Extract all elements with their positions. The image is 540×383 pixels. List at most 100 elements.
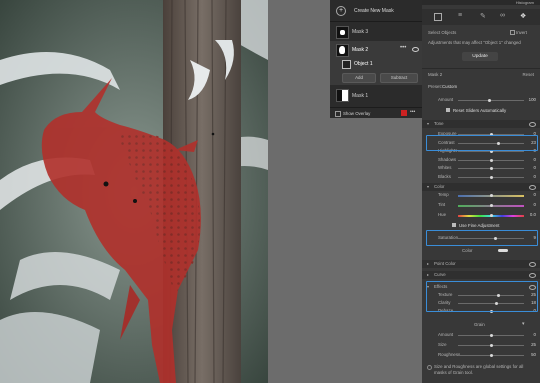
canvas-background [268,0,330,383]
show-overlay-label: Show Overlay [343,111,371,116]
object-1-label: Object 1 [354,61,373,67]
tone-blacks-slider-knob[interactable] [489,175,493,179]
tone-title: Tone [434,121,444,126]
color-tint-value[interactable]: 0 [534,202,536,207]
show-overlay-row[interactable]: Show Overlay ••• [330,109,422,118]
update-label: Update [472,54,488,59]
more-options-icon[interactable]: ••• [400,45,406,51]
invert-label: Invert [516,30,527,35]
histogram-header[interactable]: Histogram [422,0,540,5]
visibility-eye-icon[interactable] [412,47,419,52]
photo-canvas[interactable] [0,0,268,383]
color-title: Color [434,184,445,189]
color-hue-label: Hue [438,212,447,217]
chevron-down-icon: ▾ [427,121,430,126]
tool-strip: ≡ ✎ ∞ ❖ [422,9,540,25]
amount-label: Amount [438,97,454,102]
tone-shadows-value[interactable]: 0 [534,157,536,162]
color-temp-value[interactable]: 0 [534,192,536,197]
contrast-highlight [426,135,538,151]
grain-size-value[interactable]: 25 [531,342,536,347]
effects-highlight [426,281,538,312]
mask-1-label: Mask 1 [352,93,369,99]
subtract-button[interactable]: Subtract [380,73,418,83]
update-button[interactable]: Update [462,52,498,61]
mask-3-label: Mask 3 [352,29,369,35]
color-tint-slider-knob[interactable] [489,204,493,207]
tone-section-header[interactable]: ▾ Tone [422,120,540,128]
plus-icon: + [336,6,346,16]
chevron-right-icon: ▸ [427,272,430,277]
create-new-mask-button[interactable]: + Create New Mask [330,4,422,18]
mask-3-thumbnail [336,26,349,39]
point-color-title: Point Color [434,261,456,266]
canvas-background-lower [330,118,422,383]
color-temp-slider-knob[interactable] [489,194,493,197]
chevron-right-icon: ▸ [427,261,430,266]
point-color-eye-icon[interactable] [529,262,536,267]
object-1-submask[interactable]: Object 1 [340,59,418,69]
tone-blacks-value[interactable]: 0 [534,174,536,179]
color-section-header[interactable]: ▾ Color [422,183,540,191]
grain-dropdown-icon[interactable]: ▾ [522,321,525,327]
develop-panel: Histogram ≡ ✎ ∞ ❖ Select Objects Invert … [422,0,540,383]
grain-size-slider-knob[interactable] [489,344,493,347]
grain-roughness-value[interactable]: 50 [531,352,536,357]
fine-adjustment-checkbox[interactable] [452,223,456,227]
amount-value[interactable]: 100 [529,97,536,102]
preset-dropdown[interactable]: Custom [442,84,457,89]
amount-slider-knob[interactable] [488,99,491,102]
color-eye-icon[interactable] [529,185,536,190]
grain-roughness-slider-knob[interactable] [489,354,493,357]
tone-whites-slider-knob[interactable] [489,167,493,170]
amount-slider-track[interactable] [458,100,524,101]
color-swatch[interactable] [498,249,508,252]
reset-button[interactable]: Reset [523,72,534,77]
grain-amount-slider-knob[interactable] [489,334,493,337]
curve-title: Curve [434,272,446,277]
info-icon [427,365,432,370]
adjust-icon[interactable]: ≡ [458,12,462,19]
add-button[interactable]: Add [342,73,376,83]
overlay-color-swatch[interactable] [401,110,407,116]
color-hue-slider-knob[interactable] [489,214,493,217]
fine-adjustment-label: Use Fine Adjustment [459,223,500,228]
histogram-label: Histogram [515,0,534,5]
grain-amount-value[interactable]: 0 [534,332,536,337]
chevron-down-icon: ▾ [427,184,430,189]
masking-icon[interactable]: ❖ [520,12,526,20]
curve-eye-icon[interactable] [529,273,536,278]
mask-name-label: Mask 2 [428,72,443,77]
masks-panel: + Create New Mask Mask 3 Mask 2 ••• Obje… [330,0,423,118]
mask-item-2[interactable]: Mask 2 ••• Object 1 Add Subtract [330,41,422,85]
object-select-icon [342,60,351,69]
tone-whites-value[interactable]: 0 [534,165,536,170]
create-new-mask-label: Create New Mask [354,8,394,14]
tone-blacks-label: Blacks [438,173,451,179]
invert-checkbox[interactable] [510,30,515,35]
saturation-highlight [426,230,538,246]
color-temp-label: Temp [438,192,449,197]
crop-icon[interactable] [434,13,442,21]
curve-section-header[interactable]: ▸ Curve [422,271,540,279]
color-swatch-label: Color [462,248,473,253]
color-tint-label: Tint [438,202,446,207]
overlay-options-icon[interactable]: ••• [410,109,415,115]
point-color-section-header[interactable]: ▸ Point Color [422,260,540,268]
update-notice: Adjustments that may affect "Object 1" c… [428,40,521,45]
reset-sliders-checkbox[interactable] [446,108,450,112]
tone-eye-icon[interactable] [529,122,536,127]
tone-whites-label: Whites [438,165,452,170]
mask-item-3[interactable]: Mask 3 [330,24,422,40]
grain-footer-note: Size and Roughness are global settings f… [434,364,524,375]
color-hue-value[interactable]: 0.0 [530,212,536,217]
grain-roughness-label: Roughness [438,352,461,357]
mask-item-1[interactable]: Mask 1 [330,87,422,105]
redeye-icon[interactable]: ∞ [500,12,505,19]
mask-pin-1 [103,181,109,187]
tone-shadows-slider-knob[interactable] [489,158,493,162]
heal-icon[interactable]: ✎ [480,12,486,20]
show-overlay-checkbox[interactable] [335,111,341,117]
preset-label: Preset: [428,84,442,89]
tone-shadows-label: Shadows [438,156,457,162]
